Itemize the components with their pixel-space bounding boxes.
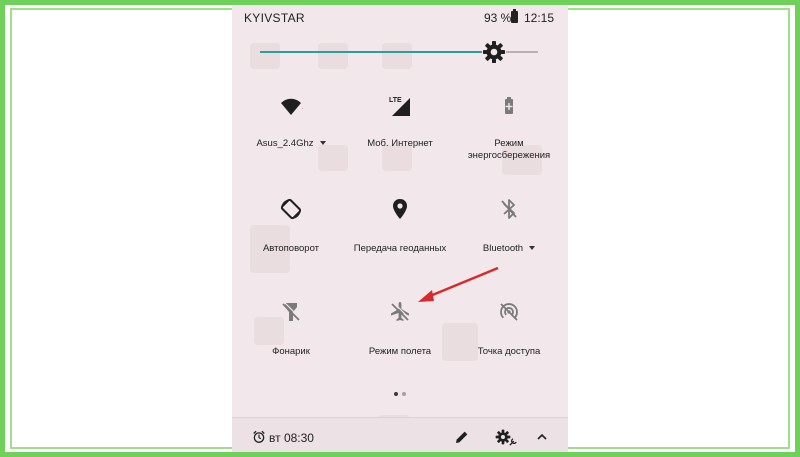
wifi-icon: [281, 98, 303, 115]
tile-bluetooth[interactable]: Bluetooth: [453, 197, 565, 277]
brightness-slider[interactable]: [260, 41, 538, 63]
tile-hotspot-label: Точка доступа: [477, 346, 541, 357]
tile-airplane-mode-label: Режим полета: [368, 346, 432, 357]
tile-battery-saver-label: Режим энергосбережения: [467, 138, 551, 161]
tile-battery-saver[interactable]: Режим энергосбережения: [453, 94, 565, 174]
quick-settings-panel: KYIVSTAR 93 % 12:15 Asus_2.4Ghz LTE Моб.…: [232, 5, 568, 452]
wrench-badge-icon: [509, 438, 517, 446]
auto-rotate-icon: [280, 198, 302, 220]
tile-wifi[interactable]: Asus_2.4Ghz: [235, 94, 347, 174]
tile-flashlight-label: Фонарик: [272, 346, 310, 357]
alarm-clock-icon: [253, 430, 265, 443]
brightness-track: [506, 51, 538, 53]
page-indicator: [392, 392, 412, 398]
next-alarm-time[interactable]: вт 08:30: [269, 431, 314, 445]
dropdown-caret-icon[interactable]: [529, 246, 536, 251]
tile-auto-rotate-label: Автоповорот: [262, 243, 320, 254]
battery-percent: 93 %: [484, 11, 512, 25]
status-clock: 12:15: [524, 11, 555, 25]
svg-text:LTE: LTE: [389, 97, 402, 104]
tile-auto-rotate[interactable]: Автоповорот: [235, 197, 347, 277]
battery-icon: [511, 9, 518, 23]
bluetooth-off-icon: [501, 199, 517, 219]
lte-signal-icon: LTE: [389, 97, 410, 116]
carrier-name: KYIVSTAR: [244, 11, 305, 25]
tile-bluetooth-label: Bluetooth: [453, 243, 565, 255]
collapse-chevron-icon[interactable]: [534, 429, 550, 445]
flashlight-off-icon: [282, 302, 301, 321]
tile-location-label: Передача геоданных: [353, 243, 447, 254]
dropdown-caret-icon[interactable]: [319, 141, 326, 146]
brightness-gear-icon[interactable]: [482, 40, 506, 64]
tile-flashlight[interactable]: Фонарик: [235, 300, 347, 380]
quick-settings-footer: вт 08:30: [232, 417, 568, 452]
hotspot-off-icon: [500, 303, 518, 321]
tile-airplane-mode[interactable]: Режим полета: [344, 300, 456, 380]
edit-pencil-icon[interactable]: [454, 429, 470, 445]
page-dot: [402, 392, 406, 396]
location-pin-icon: [393, 199, 407, 219]
tile-wifi-label: Asus_2.4Ghz: [235, 138, 347, 150]
status-bar: KYIVSTAR 93 % 12:15: [232, 5, 568, 29]
airplane-off-icon: [391, 302, 410, 321]
tile-location[interactable]: Передача геоданных: [344, 197, 456, 277]
tile-hotspot[interactable]: Точка доступа: [453, 300, 565, 380]
tile-mobile-data[interactable]: LTE Моб. Интернет: [344, 94, 456, 174]
tile-mobile-data-label: Моб. Интернет: [367, 138, 433, 149]
battery-saver-icon: [505, 97, 513, 114]
page-dot-active: [394, 392, 398, 396]
brightness-fill: [260, 51, 482, 53]
